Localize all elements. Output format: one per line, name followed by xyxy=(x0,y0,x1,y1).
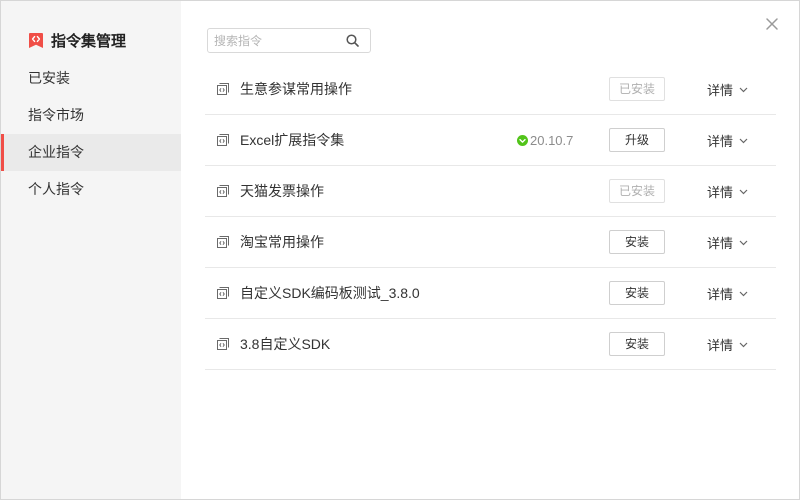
chevron-down-icon xyxy=(739,85,748,94)
command-set-name: 天猫发票操作 xyxy=(240,183,324,199)
close-icon xyxy=(766,18,778,30)
chevron-down-icon xyxy=(739,136,748,145)
command-set-name: 淘宝常用操作 xyxy=(240,234,324,250)
command-set-icon xyxy=(216,184,230,198)
command-set-name: 3.8自定义SDK xyxy=(240,336,331,352)
chevron-down-icon xyxy=(739,340,748,349)
command-set-icon xyxy=(216,337,230,351)
command-set-icon xyxy=(216,235,230,249)
command-set-icon xyxy=(216,82,230,96)
detail-label: 详情 xyxy=(707,133,734,149)
sidebar-nav: 已安装 指令市场 企业指令 个人指令 xyxy=(1,60,181,208)
chevron-down-icon xyxy=(739,238,748,247)
close-button[interactable] xyxy=(765,17,779,31)
detail-label: 详情 xyxy=(707,82,734,98)
detail-label: 详情 xyxy=(707,337,734,353)
install-status-button[interactable]: 已安装 xyxy=(609,179,665,203)
install-button[interactable]: 安装 xyxy=(609,281,665,305)
detail-label: 详情 xyxy=(707,235,734,251)
search-input[interactable] xyxy=(208,29,338,52)
sidebar: 指令集管理 已安装 指令市场 企业指令 个人指令 xyxy=(1,1,181,499)
chevron-down-icon xyxy=(739,289,748,298)
list-item: 天猫发票操作 已安装 详情 xyxy=(205,166,776,217)
app-title: 指令集管理 xyxy=(51,32,127,50)
command-set-name: 生意参谋常用操作 xyxy=(240,81,352,97)
command-set-logo-icon xyxy=(28,32,44,49)
version-info: 20.10.7 xyxy=(517,115,573,165)
list-item: 3.8自定义SDK 安装 详情 xyxy=(205,319,776,370)
list-item: 自定义SDK编码板测试_3.8.0 安装 详情 xyxy=(205,268,776,319)
chevron-down-icon xyxy=(739,187,748,196)
detail-toggle[interactable]: 详情 xyxy=(707,268,748,318)
command-set-icon xyxy=(216,133,230,147)
search-icon[interactable] xyxy=(346,34,359,47)
detail-toggle[interactable]: 详情 xyxy=(707,319,748,369)
sidebar-item-enterprise[interactable]: 企业指令 xyxy=(1,134,181,171)
command-set-list: 生意参谋常用操作 已安装 详情 Excel扩展指令集 20.10.7 升级 详情 xyxy=(205,64,776,370)
sidebar-item-installed[interactable]: 已安装 xyxy=(1,60,181,97)
list-item: Excel扩展指令集 20.10.7 升级 详情 xyxy=(205,115,776,166)
upgrade-button[interactable]: 升级 xyxy=(609,128,665,152)
command-set-icon xyxy=(216,286,230,300)
install-status-button[interactable]: 已安装 xyxy=(609,77,665,101)
command-set-name: 自定义SDK编码板测试_3.8.0 xyxy=(240,285,420,301)
version-text: 20.10.7 xyxy=(530,132,574,148)
command-set-name: Excel扩展指令集 xyxy=(240,132,345,148)
sidebar-item-personal[interactable]: 个人指令 xyxy=(1,171,181,208)
detail-toggle[interactable]: 详情 xyxy=(707,166,748,216)
sidebar-item-market[interactable]: 指令市场 xyxy=(1,97,181,134)
update-available-icon xyxy=(517,134,528,146)
detail-label: 详情 xyxy=(707,184,734,200)
install-button[interactable]: 安装 xyxy=(609,332,665,356)
search-box xyxy=(207,28,371,53)
list-item: 生意参谋常用操作 已安装 详情 xyxy=(205,64,776,115)
detail-label: 详情 xyxy=(707,286,734,302)
list-item: 淘宝常用操作 安装 详情 xyxy=(205,217,776,268)
detail-toggle[interactable]: 详情 xyxy=(707,64,748,114)
command-set-manager-dialog: 指令集管理 已安装 指令市场 企业指令 个人指令 生 xyxy=(0,0,800,500)
brand: 指令集管理 xyxy=(28,30,126,50)
detail-toggle[interactable]: 详情 xyxy=(707,217,748,267)
install-button[interactable]: 安装 xyxy=(609,230,665,254)
detail-toggle[interactable]: 详情 xyxy=(707,115,748,165)
